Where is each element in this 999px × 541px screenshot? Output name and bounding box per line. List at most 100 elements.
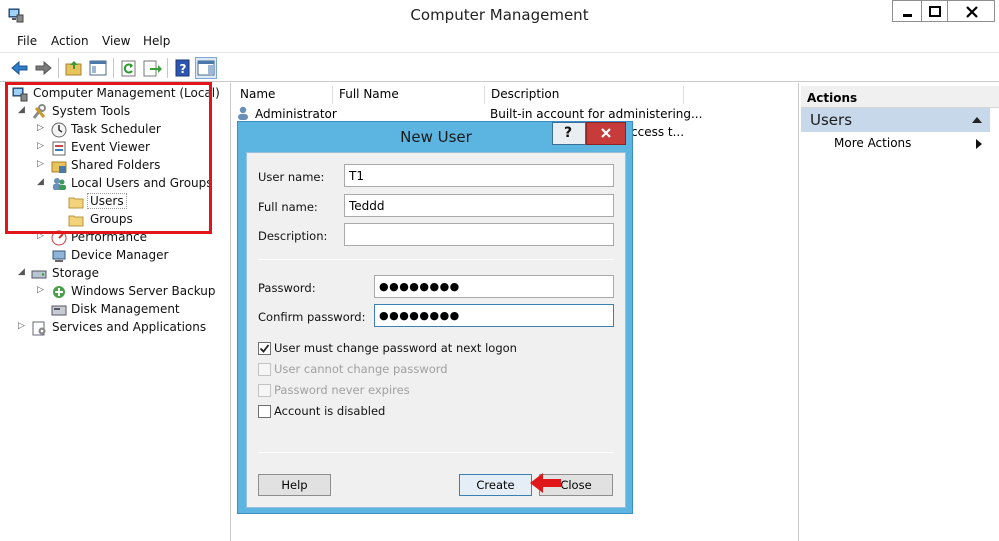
- show-hide-action-pane-button[interactable]: [195, 57, 217, 79]
- checkmark-icon: [259, 344, 270, 353]
- more-actions-label: More Actions: [834, 136, 912, 150]
- user-icon: [235, 105, 251, 121]
- storage-icon: [31, 266, 47, 282]
- menu-help[interactable]: Help: [143, 34, 170, 48]
- expand-arrow-icon[interactable]: ▷: [37, 285, 47, 297]
- menu-view[interactable]: View: [102, 34, 130, 48]
- checkbox-cannot-change-password[interactable]: User cannot change password: [258, 362, 598, 378]
- back-arrow-icon: [11, 60, 28, 76]
- backup-icon: [51, 284, 67, 300]
- help-button[interactable]: Help: [258, 474, 331, 496]
- svg-text:?: ?: [180, 62, 187, 76]
- close-icon: [966, 6, 978, 18]
- tree-label: Services and Applications: [52, 320, 207, 334]
- forward-arrow-icon: [35, 60, 52, 76]
- submenu-arrow-icon: [976, 139, 982, 149]
- close-icon: [601, 128, 611, 138]
- description-label: Description:: [258, 229, 328, 243]
- tree-item-disk-management[interactable]: Disk Management: [0, 301, 230, 319]
- actions-pane: Actions Users More Actions: [801, 83, 999, 541]
- minimize-button[interactable]: [892, 0, 922, 22]
- red-arrow-icon: [530, 473, 561, 493]
- action-pane-icon: [197, 60, 215, 76]
- maximize-button[interactable]: [921, 0, 948, 22]
- disk-management-icon: [51, 302, 67, 318]
- window-title: Computer Management: [410, 6, 589, 24]
- minimize-icon: [903, 14, 912, 17]
- console-tree-icon: [89, 60, 107, 76]
- column-header-full-name[interactable]: Full Name: [333, 86, 485, 104]
- expand-arrow-icon[interactable]: ▷: [18, 321, 28, 333]
- fullname-input[interactable]: Teddd: [344, 194, 614, 217]
- checkbox-label: User must change password at next logon: [274, 341, 517, 355]
- dialog-body: User name: T1 Full name: Teddd Descripti…: [246, 152, 626, 508]
- menu-file[interactable]: File: [17, 34, 37, 48]
- highlight-box: [5, 82, 212, 234]
- tree-item-services-applications[interactable]: ▷ Services and Applications: [0, 319, 230, 337]
- column-header-description[interactable]: Description: [485, 86, 684, 104]
- list-cell-description: Built-in account for administering...: [490, 107, 703, 121]
- device-manager-icon: [51, 248, 67, 264]
- divider: [258, 259, 614, 260]
- tree-item-device-manager[interactable]: Device Manager: [0, 247, 230, 265]
- refresh-button[interactable]: [118, 57, 140, 79]
- column-header-name[interactable]: Name: [234, 86, 333, 104]
- checkbox[interactable]: [258, 363, 271, 376]
- checkbox-password-never-expires[interactable]: Password never expires: [258, 383, 598, 399]
- checkbox-label: User cannot change password: [274, 362, 448, 376]
- tree-item-storage[interactable]: ◢ Storage: [0, 265, 230, 283]
- password-input[interactable]: ●●●●●●●●: [374, 275, 614, 298]
- more-actions-item[interactable]: More Actions: [834, 136, 911, 150]
- menu-action[interactable]: Action: [51, 34, 89, 48]
- back-button[interactable]: [9, 57, 31, 79]
- tree-label: Device Manager: [71, 248, 169, 262]
- divider: [258, 452, 614, 453]
- folder-up-icon: [65, 61, 82, 76]
- tree-label: Storage: [52, 266, 99, 280]
- toolbar-separator: [58, 58, 59, 78]
- actions-group-users[interactable]: Users: [801, 108, 990, 132]
- toolbar-separator: [167, 58, 168, 78]
- collapse-up-icon: [972, 117, 982, 123]
- confirm-password-input[interactable]: ●●●●●●●●: [374, 304, 614, 327]
- dialog-close-button[interactable]: [586, 122, 626, 145]
- toolbar-separator: [113, 58, 114, 78]
- checkbox-account-disabled[interactable]: Account is disabled: [258, 404, 598, 420]
- actions-header: Actions: [801, 86, 999, 108]
- toolbar: ?: [0, 54, 999, 82]
- list-cell-name[interactable]: Administrator: [255, 107, 337, 121]
- username-input[interactable]: T1: [344, 164, 614, 187]
- show-hide-console-tree-button[interactable]: [87, 57, 109, 79]
- title-bar: Computer Management: [0, 0, 999, 31]
- forward-button[interactable]: [32, 57, 54, 79]
- description-input[interactable]: [344, 223, 614, 246]
- checkbox[interactable]: [258, 342, 271, 355]
- dialog-help-button[interactable]: ?: [552, 122, 586, 145]
- checkbox-must-change-password[interactable]: User must change password at next logon: [258, 341, 598, 357]
- checkbox[interactable]: [258, 405, 271, 418]
- up-one-level-button[interactable]: [63, 57, 85, 79]
- checkbox-label: Password never expires: [274, 383, 410, 397]
- menu-bar: File Action View Help: [0, 31, 999, 53]
- collapse-arrow-icon[interactable]: ◢: [18, 267, 28, 279]
- list-cell-description: ccess t...: [631, 125, 685, 139]
- tree-label: Disk Management: [71, 302, 180, 316]
- checkbox[interactable]: [258, 384, 271, 397]
- help-book-icon: ?: [175, 59, 190, 77]
- services-icon: [31, 320, 47, 336]
- actions-group-label: Users: [810, 111, 853, 129]
- help-toolbar-button[interactable]: ?: [172, 57, 194, 79]
- confirm-password-label: Confirm password:: [258, 310, 366, 324]
- password-label: Password:: [258, 281, 316, 295]
- tree-label: Windows Server Backup: [71, 284, 216, 298]
- checkbox-label: Account is disabled: [274, 404, 386, 418]
- tree-item-windows-server-backup[interactable]: ▷ Windows Server Backup: [0, 283, 230, 301]
- export-list-icon: [143, 60, 162, 77]
- create-button[interactable]: Create: [459, 474, 532, 496]
- question-mark-icon: ?: [564, 125, 573, 141]
- fullname-label: Full name:: [258, 200, 318, 214]
- export-list-button[interactable]: [141, 57, 163, 79]
- new-user-dialog: New User ? User name: T1 Full name: Tedd…: [237, 121, 633, 514]
- refresh-icon: [121, 60, 136, 77]
- close-window-button[interactable]: [947, 0, 995, 22]
